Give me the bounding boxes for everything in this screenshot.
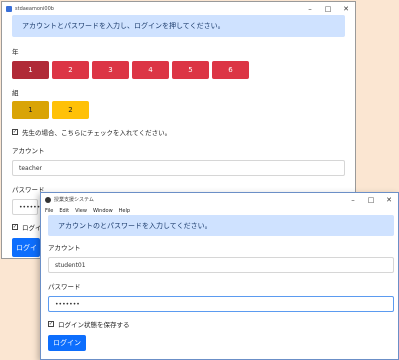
back-login-button[interactable]: ログイ	[12, 238, 40, 257]
class-button-1[interactable]: 1	[12, 101, 49, 119]
class-button-2[interactable]: 2	[52, 101, 89, 119]
instruction-alert: アカウントとパスワードを入力し、ログインを押してください。	[12, 15, 345, 37]
front-password-input[interactable]: •••••••	[48, 296, 394, 312]
back-account-input[interactable]: teacher	[12, 160, 345, 176]
close-button[interactable]: ✕	[380, 193, 398, 206]
menu-help[interactable]: Help	[119, 208, 130, 214]
front-account-label: アカウント	[48, 244, 81, 252]
remember-login-row[interactable]: ✓ ログイン状態を保存する	[48, 319, 394, 329]
app-icon	[6, 5, 12, 12]
front-account-input[interactable]: student01	[48, 257, 394, 273]
maximize-button[interactable]: □	[319, 2, 337, 15]
maximize-button[interactable]: □	[362, 193, 380, 206]
grade-button-6[interactable]: 6	[212, 61, 249, 79]
grade-button-1[interactable]: 1	[12, 61, 49, 79]
front-window-title: 授業支援システム	[54, 197, 94, 203]
menu-window[interactable]: Window	[93, 208, 113, 214]
grade-button-3[interactable]: 3	[92, 61, 129, 79]
back-window-titlebar: stdaeamoni00b – □ ✕	[2, 2, 355, 15]
back-remember-label: ログイ	[22, 224, 42, 232]
back-account-label: アカウント	[12, 147, 45, 155]
teacher-check-label: 先生の場合、こちらにチェックを入れてください。	[22, 129, 172, 137]
teacher-checkbox[interactable]: ✓	[12, 129, 18, 135]
grade-buttons: 1 2 3 4 5 6	[12, 61, 345, 79]
back-password-input[interactable]: ••••••••	[12, 199, 47, 215]
back-remember-checkbox[interactable]: ✓	[12, 224, 18, 230]
front-instruction-alert: アカウントのとパスワードを入力してください。	[48, 215, 394, 236]
menu-file[interactable]: File	[45, 208, 53, 214]
front-password-label: パスワード	[48, 283, 81, 291]
login-button[interactable]: ログイン	[48, 335, 86, 351]
front-window: 授業支援システム – □ ✕ File Edit View Window Hel…	[40, 192, 399, 360]
minimize-button[interactable]: –	[301, 2, 319, 15]
remember-login-label: ログイン状態を保存する	[58, 321, 130, 329]
app-icon	[45, 196, 51, 203]
back-window-title: stdaeamoni00b	[15, 5, 54, 12]
grade-button-5[interactable]: 5	[172, 61, 209, 79]
grade-button-4[interactable]: 4	[132, 61, 169, 79]
minimize-button[interactable]: –	[344, 193, 362, 206]
grade-label: 年	[12, 48, 19, 56]
front-window-titlebar: 授業支援システム – □ ✕	[41, 193, 398, 206]
grade-button-2[interactable]: 2	[52, 61, 89, 79]
menu-edit[interactable]: Edit	[59, 208, 69, 214]
menu-bar: File Edit View Window Help	[41, 206, 398, 215]
teacher-check-row[interactable]: ✓ 先生の場合、こちらにチェックを入れてください。	[12, 127, 345, 137]
close-button[interactable]: ✕	[337, 2, 355, 15]
class-label: 組	[12, 89, 19, 97]
menu-view[interactable]: View	[75, 208, 87, 214]
class-buttons: 1 2	[12, 101, 345, 119]
remember-login-checkbox[interactable]: ✓	[48, 321, 54, 327]
